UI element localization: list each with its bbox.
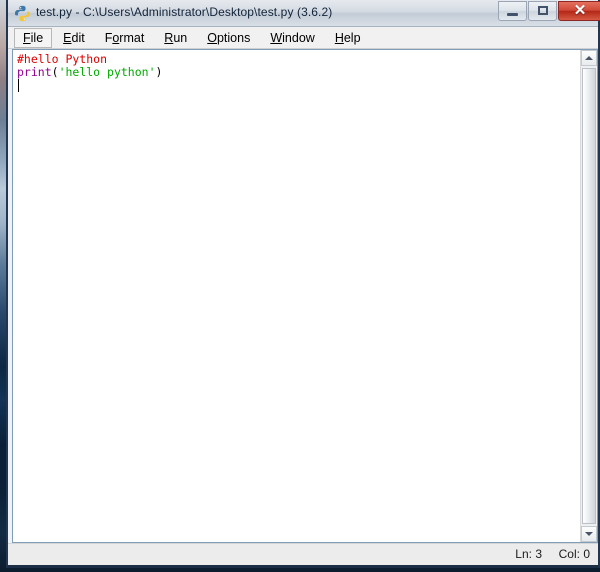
- python-idle-icon: [14, 5, 31, 22]
- menu-edit[interactable]: Edit: [54, 28, 94, 48]
- menu-options[interactable]: Options: [198, 28, 259, 48]
- idle-editor-window: test.py - C:\Users\Administrator\Desktop…: [6, 0, 600, 568]
- code-text-area[interactable]: #hello Pythonprint('hello python')​: [13, 50, 580, 542]
- menu-help[interactable]: Help: [326, 28, 370, 48]
- menu-format[interactable]: Format: [96, 28, 154, 48]
- triangle-down-icon: [585, 532, 593, 536]
- window-title: test.py - C:\Users\Administrator\Desktop…: [36, 5, 333, 19]
- menu-bar: File Edit Format Run Options Window Help: [8, 27, 598, 49]
- code-token-plain: ): [155, 65, 163, 79]
- code-line: print('hello python'): [17, 66, 580, 79]
- code-token-string: 'hello python': [58, 65, 156, 79]
- scroll-up-arrow-icon[interactable]: [581, 50, 597, 66]
- title-bar[interactable]: test.py - C:\Users\Administrator\Desktop…: [8, 0, 600, 27]
- code-token-builtin: print: [17, 65, 52, 79]
- menu-file[interactable]: File: [14, 27, 53, 48]
- editor-area[interactable]: #hello Pythonprint('hello python')​: [12, 49, 598, 543]
- vertical-scrollbar[interactable]: [580, 50, 597, 542]
- menu-window[interactable]: Window: [261, 28, 323, 48]
- code-line: ​: [17, 79, 580, 92]
- scrollbar-thumb[interactable]: [582, 68, 596, 524]
- scroll-down-arrow-icon[interactable]: [581, 526, 597, 542]
- triangle-up-icon: [585, 56, 593, 60]
- status-line-indicator: Ln: 3: [515, 547, 542, 561]
- minimize-button[interactable]: [498, 1, 527, 21]
- menu-run[interactable]: Run: [155, 28, 196, 48]
- status-bar: Ln: 3 Col: 0: [8, 543, 598, 565]
- maximize-button[interactable]: [528, 1, 557, 21]
- text-caret: [18, 79, 19, 92]
- close-button[interactable]: ✕: [558, 1, 600, 21]
- code-token-plain: (: [51, 65, 59, 79]
- status-column-indicator: Col: 0: [558, 547, 590, 561]
- close-icon: ✕: [573, 2, 587, 19]
- code-token-comment: #hello Python: [17, 52, 108, 66]
